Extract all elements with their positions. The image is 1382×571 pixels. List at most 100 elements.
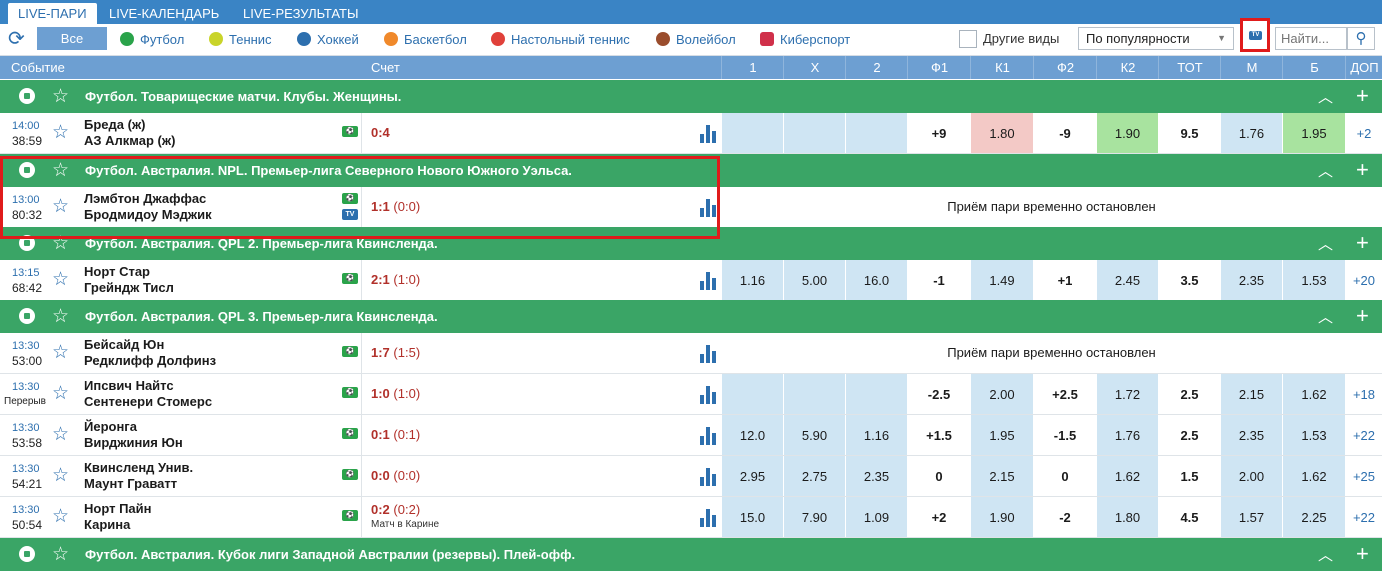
odd-m-cell[interactable]: 2.35 [1220, 415, 1282, 455]
stats-icon[interactable] [700, 384, 718, 404]
odd-tot-cell[interactable]: 2.5 [1158, 374, 1220, 414]
home-team[interactable]: Норт Пайн [84, 501, 152, 516]
chevron-up-icon[interactable]: ︿ [1318, 306, 1333, 327]
odd-tot-cell[interactable]: 2.5 [1158, 415, 1220, 455]
star-icon[interactable]: ☆ [52, 505, 69, 528]
home-team[interactable]: Ипсвич Найтс [84, 378, 174, 393]
search-icon[interactable]: ⚲ [1347, 27, 1375, 50]
star-icon[interactable]: ☆ [52, 382, 69, 405]
sport-basketball[interactable]: Баскетбол [384, 31, 467, 49]
star-icon[interactable]: ☆ [52, 423, 69, 446]
odd-k1-cell[interactable]: 1.80 [970, 113, 1033, 153]
odd-extra-cell[interactable]: +18 [1345, 374, 1382, 414]
odd-b-cell[interactable]: 2.25 [1282, 497, 1345, 537]
odd-extra-cell[interactable]: +25 [1345, 456, 1382, 496]
chevron-up-icon[interactable]: ︿ [1318, 86, 1333, 107]
odd-extra-cell[interactable]: +22 [1345, 497, 1382, 537]
tab-live-results[interactable]: LIVE-РЕЗУЛЬТАТЫ [233, 3, 368, 24]
home-team[interactable]: Норт Стар [84, 264, 150, 279]
stats-icon[interactable] [700, 270, 718, 290]
odd-f2-cell[interactable]: 0 [1033, 456, 1096, 496]
star-icon[interactable]: ☆ [52, 85, 69, 108]
odd-k2-cell[interactable]: 1.90 [1096, 113, 1158, 153]
sport-hockey[interactable]: Хоккей [297, 31, 359, 49]
away-team[interactable]: Редклифф Долфинз [84, 353, 216, 368]
odd-k2-cell[interactable]: 1.62 [1096, 456, 1158, 496]
home-team[interactable]: Йеронга [84, 419, 137, 434]
star-icon[interactable]: ☆ [52, 232, 69, 255]
star-icon[interactable]: ☆ [52, 543, 69, 566]
sport-tennis[interactable]: Теннис [209, 31, 272, 49]
odd-f2-cell[interactable]: -1.5 [1033, 415, 1096, 455]
odd-k1-cell[interactable]: 1.95 [970, 415, 1033, 455]
star-icon[interactable]: ☆ [52, 305, 69, 328]
away-team[interactable]: Сентенери Стомерс [84, 394, 212, 409]
star-icon[interactable]: ☆ [52, 341, 69, 364]
plus-icon[interactable]: + [1356, 230, 1369, 256]
odd-f1-cell[interactable]: +2 [907, 497, 970, 537]
plus-icon[interactable]: + [1356, 303, 1369, 329]
event-row[interactable]: 13:30 53:58 ☆ Йеронга Вирджиния Юн ⚽ 0:1… [0, 415, 1382, 456]
star-icon[interactable]: ☆ [52, 121, 69, 144]
odd-x-cell[interactable]: 5.00 [783, 260, 845, 300]
odd-k1-cell[interactable]: 2.15 [970, 456, 1033, 496]
odd-b-cell[interactable]: 1.53 [1282, 415, 1345, 455]
chevron-up-icon[interactable]: ︿ [1318, 233, 1333, 254]
odd-k2-cell[interactable]: 2.45 [1096, 260, 1158, 300]
home-team[interactable]: Бреда (ж) [84, 117, 145, 132]
odd-tot-cell[interactable]: 3.5 [1158, 260, 1220, 300]
odd-b-cell[interactable]: 1.62 [1282, 456, 1345, 496]
away-team[interactable]: АЗ Алкмар (ж) [84, 133, 175, 148]
away-team[interactable]: Бродмидоу Мэджик [84, 207, 212, 222]
odd-f1-cell[interactable]: +1.5 [907, 415, 970, 455]
event-row[interactable]: 13:30 50:54 ☆ Норт Пайн Карина ⚽ 0:2 (0:… [0, 497, 1382, 538]
event-row[interactable]: 14:00 38:59 ☆ Бреда (ж) АЗ Алкмар (ж) ⚽ … [0, 113, 1382, 154]
tab-live-bets[interactable]: LIVE-ПАРИ [8, 3, 97, 24]
league-row[interactable]: ☆ Футбол. Австралия. QPL 3. Премьер-лига… [0, 300, 1382, 333]
odd-b-cell[interactable]: 1.95 [1282, 113, 1345, 153]
tv-filter-button[interactable]: TV [1240, 18, 1270, 52]
sport-volleyball[interactable]: Волейбол [656, 31, 736, 49]
odd-tot-cell[interactable]: 4.5 [1158, 497, 1220, 537]
odd-b-cell[interactable]: 1.62 [1282, 374, 1345, 414]
odd-1-cell[interactable]: 2.95 [721, 456, 783, 496]
odd-f1-cell[interactable]: +9 [907, 113, 970, 153]
plus-icon[interactable]: + [1356, 157, 1369, 183]
odd-tot-cell[interactable]: 1.5 [1158, 456, 1220, 496]
other-sports-checkbox[interactable] [959, 30, 977, 48]
star-icon[interactable]: ☆ [52, 159, 69, 182]
stats-icon[interactable] [700, 425, 718, 445]
stats-icon[interactable] [700, 123, 718, 143]
away-team[interactable]: Маунт Граватт [84, 476, 177, 491]
odd-f1-cell[interactable]: -1 [907, 260, 970, 300]
home-team[interactable]: Бейсайд Юн [84, 337, 164, 352]
away-team[interactable]: Вирджиния Юн [84, 435, 183, 450]
odd-2-cell[interactable]: 2.35 [845, 456, 907, 496]
odd-1-cell[interactable]: 1.16 [721, 260, 783, 300]
odd-1-cell[interactable]: 12.0 [721, 415, 783, 455]
odd-extra-cell[interactable]: +22 [1345, 415, 1382, 455]
odd-k1-cell[interactable]: 1.90 [970, 497, 1033, 537]
odd-k2-cell[interactable]: 1.76 [1096, 415, 1158, 455]
odd-m-cell[interactable]: 2.15 [1220, 374, 1282, 414]
odd-2-cell[interactable]: 1.09 [845, 497, 907, 537]
home-team[interactable]: Квинсленд Унив. [84, 460, 193, 475]
chevron-up-icon[interactable]: ︿ [1318, 160, 1333, 181]
event-row[interactable]: 13:30 Перерыв ☆ Ипсвич Найтс Сентенери С… [0, 374, 1382, 415]
tab-live-calendar[interactable]: LIVE-КАЛЕНДАРЬ [99, 3, 229, 24]
plus-icon[interactable]: + [1356, 541, 1369, 567]
odd-x-cell[interactable]: 2.75 [783, 456, 845, 496]
odd-2-cell[interactable]: 1.16 [845, 415, 907, 455]
odd-m-cell[interactable]: 2.35 [1220, 260, 1282, 300]
star-icon[interactable]: ☆ [52, 268, 69, 291]
odd-extra-cell[interactable]: +2 [1345, 113, 1382, 153]
sport-table-tennis[interactable]: Настольный теннис [491, 31, 630, 49]
odd-x-cell[interactable]: 5.90 [783, 415, 845, 455]
away-team[interactable]: Грейндж Тисл [84, 280, 174, 295]
odd-m-cell[interactable]: 2.00 [1220, 456, 1282, 496]
odd-f2-cell[interactable]: -9 [1033, 113, 1096, 153]
event-row[interactable]: 13:30 54:21 ☆ Квинсленд Унив. Маунт Грав… [0, 456, 1382, 497]
odd-k2-cell[interactable]: 1.80 [1096, 497, 1158, 537]
odd-f2-cell[interactable]: +1 [1033, 260, 1096, 300]
odd-f2-cell[interactable]: -2 [1033, 497, 1096, 537]
